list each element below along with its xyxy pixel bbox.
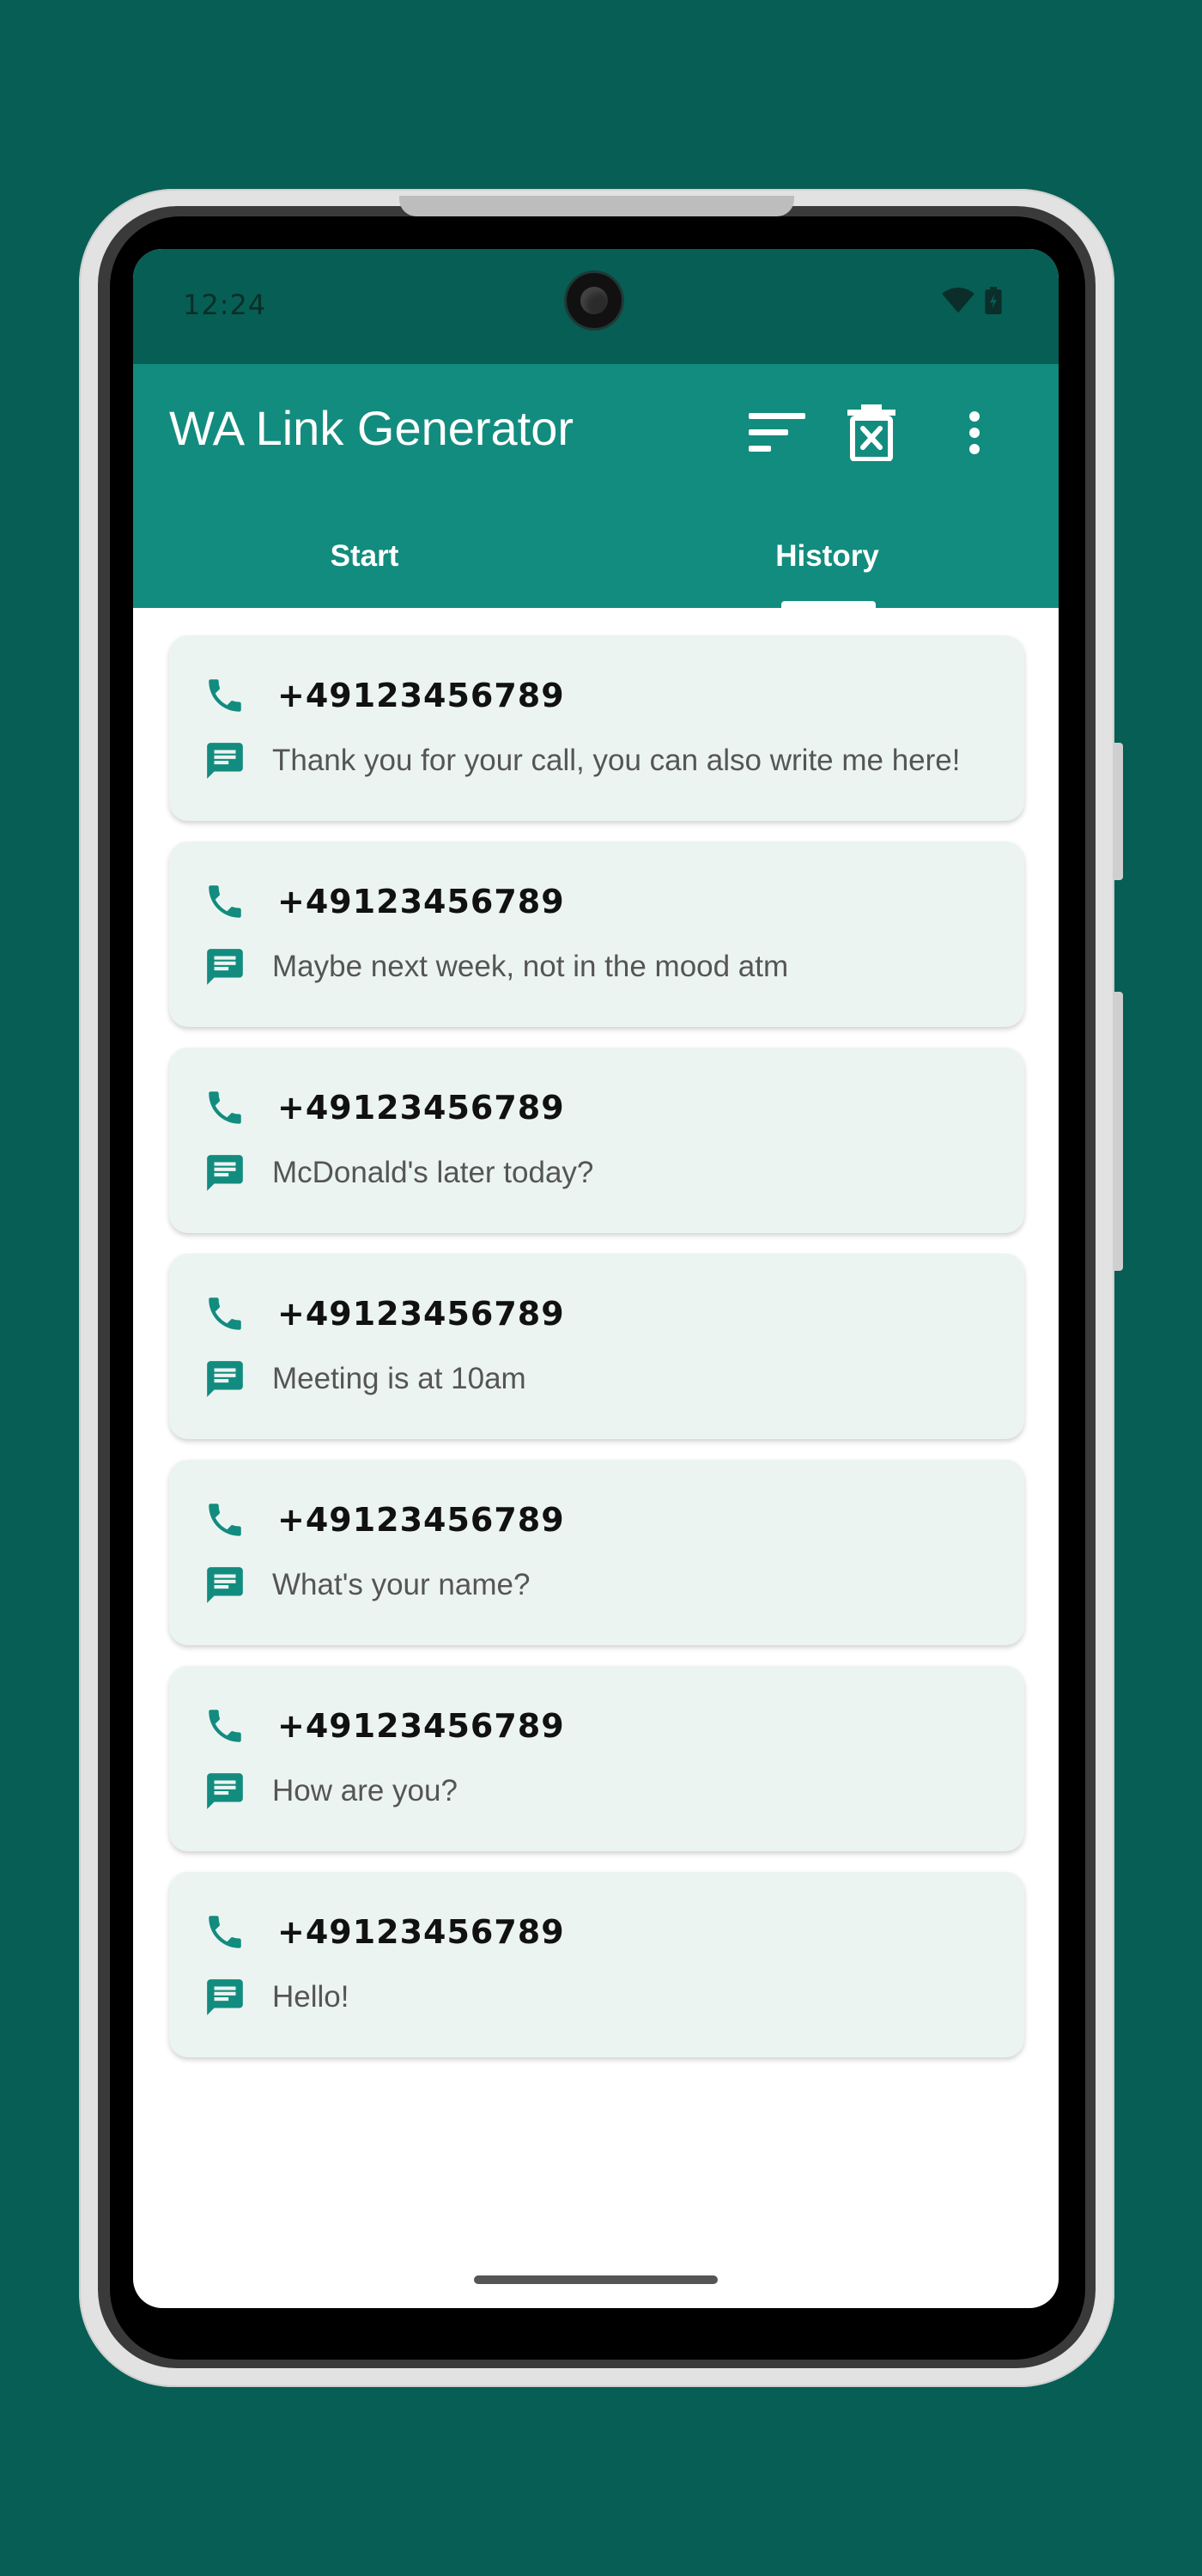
status-icons bbox=[942, 287, 1002, 314]
tab-history[interactable]: History bbox=[596, 505, 1059, 608]
battery-icon bbox=[985, 287, 1002, 314]
message-icon bbox=[207, 949, 243, 985]
tab-bar: Start History bbox=[133, 505, 1059, 608]
history-phone-number: +49123456789 bbox=[277, 1295, 565, 1333]
status-time: 12:24 bbox=[183, 289, 267, 321]
history-phone-number: +49123456789 bbox=[277, 1089, 565, 1127]
sort-icon bbox=[749, 413, 805, 452]
history-phone-number: +49123456789 bbox=[277, 1501, 565, 1539]
history-message: McDonald's later today? bbox=[272, 1156, 594, 1189]
history-message: Hello! bbox=[272, 1980, 349, 2014]
front-camera bbox=[567, 273, 622, 328]
clear-history-icon bbox=[847, 404, 895, 461]
phone-volume-button bbox=[1114, 992, 1123, 1271]
message-icon bbox=[207, 1773, 243, 1809]
history-message: Thank you for your call, you can also wr… bbox=[272, 744, 961, 777]
phone-icon bbox=[209, 1916, 241, 1948]
phone-icon bbox=[209, 1504, 241, 1536]
history-item[interactable]: +49123456789 McDonald's later today? bbox=[169, 1048, 1024, 1233]
history-message: How are you? bbox=[272, 1774, 458, 1807]
history-item[interactable]: +49123456789 Hello! bbox=[169, 1872, 1024, 2057]
phone-power-button bbox=[1114, 743, 1123, 880]
sort-button[interactable] bbox=[743, 398, 811, 467]
phone-icon bbox=[209, 1710, 241, 1742]
wifi-icon bbox=[942, 288, 974, 313]
phone-icon bbox=[209, 1297, 241, 1330]
phone-icon bbox=[209, 679, 241, 712]
app-screen: 12:24 WA Link Generator Start History +4… bbox=[133, 249, 1059, 2308]
message-icon bbox=[207, 1361, 243, 1397]
tab-indicator bbox=[781, 601, 876, 608]
history-phone-number: +49123456789 bbox=[277, 677, 565, 714]
status-bar: 12:24 bbox=[133, 249, 1059, 364]
history-item[interactable]: +49123456789 Maybe next week, not in the… bbox=[169, 841, 1024, 1027]
home-indicator[interactable] bbox=[474, 2275, 718, 2284]
history-list: +49123456789 Thank you for your call, yo… bbox=[169, 635, 1024, 2078]
message-icon bbox=[207, 1979, 243, 2015]
more-vert-icon bbox=[969, 411, 980, 454]
app-bar: WA Link Generator bbox=[133, 364, 1059, 505]
phone-icon bbox=[209, 885, 241, 918]
message-icon bbox=[207, 1567, 243, 1603]
history-phone-number: +49123456789 bbox=[277, 1707, 565, 1745]
history-item[interactable]: +49123456789 Thank you for your call, yo… bbox=[169, 635, 1024, 821]
history-phone-number: +49123456789 bbox=[277, 1913, 565, 1951]
tab-start[interactable]: Start bbox=[133, 505, 596, 608]
phone-speaker bbox=[399, 196, 794, 216]
history-item[interactable]: +49123456789 How are you? bbox=[169, 1666, 1024, 1851]
history-message: Meeting is at 10am bbox=[272, 1362, 526, 1395]
history-item[interactable]: +49123456789 What's your name? bbox=[169, 1460, 1024, 1645]
history-message: Maybe next week, not in the mood atm bbox=[272, 950, 789, 983]
app-title: WA Link Generator bbox=[169, 401, 574, 455]
message-icon bbox=[207, 743, 243, 779]
phone-icon bbox=[209, 1091, 241, 1124]
message-icon bbox=[207, 1155, 243, 1191]
history-message: What's your name? bbox=[272, 1568, 531, 1601]
more-options-button[interactable] bbox=[940, 398, 1009, 467]
clear-history-button[interactable] bbox=[837, 398, 906, 467]
history-phone-number: +49123456789 bbox=[277, 883, 565, 920]
history-item[interactable]: +49123456789 Meeting is at 10am bbox=[169, 1254, 1024, 1439]
